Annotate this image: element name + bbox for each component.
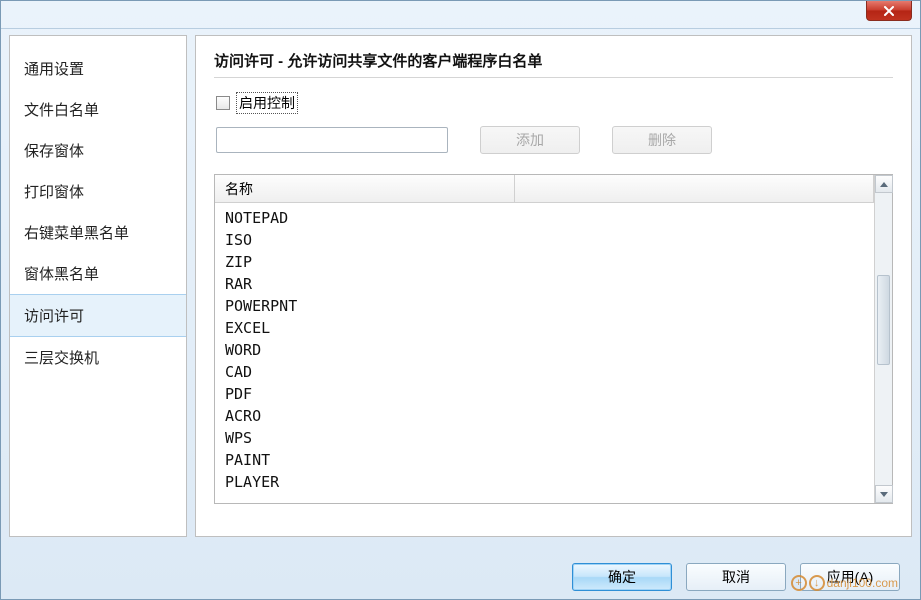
delete-button[interactable]: 删除 [612,126,712,154]
column-header-name[interactable]: 名称 [215,175,515,202]
list-row[interactable]: PAINT [225,449,864,471]
list-row[interactable]: PLAYER [225,471,864,493]
close-button[interactable] [866,1,912,21]
scroll-thumb[interactable] [877,275,890,365]
chevron-up-icon [880,182,888,187]
sidebar-item[interactable]: 文件白名单 [10,89,186,130]
titlebar [1,1,920,29]
vertical-scrollbar[interactable] [874,175,892,503]
list-row[interactable]: ACRO [225,405,864,427]
scroll-down-button[interactable] [875,485,893,503]
enable-checkbox[interactable] [216,96,230,110]
list-view: 名称 NOTEPADISOZIPRARPOWERPNTEXCELWORDCADP… [214,174,893,504]
sidebar-item[interactable]: 保存窗体 [10,130,186,171]
sidebar-item[interactable]: 访问许可 [10,294,186,337]
sidebar-item[interactable]: 三层交换机 [10,337,186,378]
sidebar-item[interactable]: 通用设置 [10,48,186,89]
enable-label: 启用控制 [236,92,298,114]
list-body[interactable]: NOTEPADISOZIPRARPOWERPNTEXCELWORDCADPDFA… [215,203,874,497]
input-row: 添加 删除 [214,126,893,154]
sidebar-item[interactable]: 窗体黑名单 [10,253,186,294]
list-header: 名称 [215,175,874,203]
apply-button[interactable]: 应用(A) [800,563,900,591]
list-row[interactable]: NOTEPAD [225,207,864,229]
add-button[interactable]: 添加 [480,126,580,154]
scroll-up-button[interactable] [875,175,893,193]
enable-row: 启用控制 [214,92,893,114]
chevron-down-icon [880,492,888,497]
list-scroll: 名称 NOTEPADISOZIPRARPOWERPNTEXCELWORDCADP… [215,175,874,503]
cancel-button[interactable]: 取消 [686,563,786,591]
list-row[interactable]: WPS [225,427,864,449]
list-row[interactable]: EXCEL [225,317,864,339]
dialog-button-bar: 确定 取消 应用(A) [1,563,920,591]
list-row[interactable]: ISO [225,229,864,251]
ok-button[interactable]: 确定 [572,563,672,591]
list-row[interactable]: PDF [225,383,864,405]
dialog-window: 通用设置文件白名单保存窗体打印窗体右键菜单黑名单窗体黑名单访问许可三层交换机 访… [0,0,921,600]
list-row[interactable]: RAR [225,273,864,295]
sidebar-item[interactable]: 右键菜单黑名单 [10,212,186,253]
list-row[interactable]: POWERPNT [225,295,864,317]
divider [214,77,893,78]
list-row[interactable]: WORD [225,339,864,361]
sidebar-item[interactable]: 打印窗体 [10,171,186,212]
main-panel: 访问许可 - 允许访问共享文件的客户端程序白名单 启用控制 添加 删除 名称 N… [195,35,912,537]
name-input[interactable] [216,127,448,153]
list-row[interactable]: CAD [225,361,864,383]
panel-title: 访问许可 - 允许访问共享文件的客户端程序白名单 [214,50,893,71]
list-row[interactable]: ZIP [225,251,864,273]
sidebar: 通用设置文件白名单保存窗体打印窗体右键菜单黑名单窗体黑名单访问许可三层交换机 [9,35,187,537]
close-icon [883,6,895,16]
column-header-empty[interactable] [515,175,874,202]
client-area: 通用设置文件白名单保存窗体打印窗体右键菜单黑名单窗体黑名单访问许可三层交换机 访… [9,35,912,537]
